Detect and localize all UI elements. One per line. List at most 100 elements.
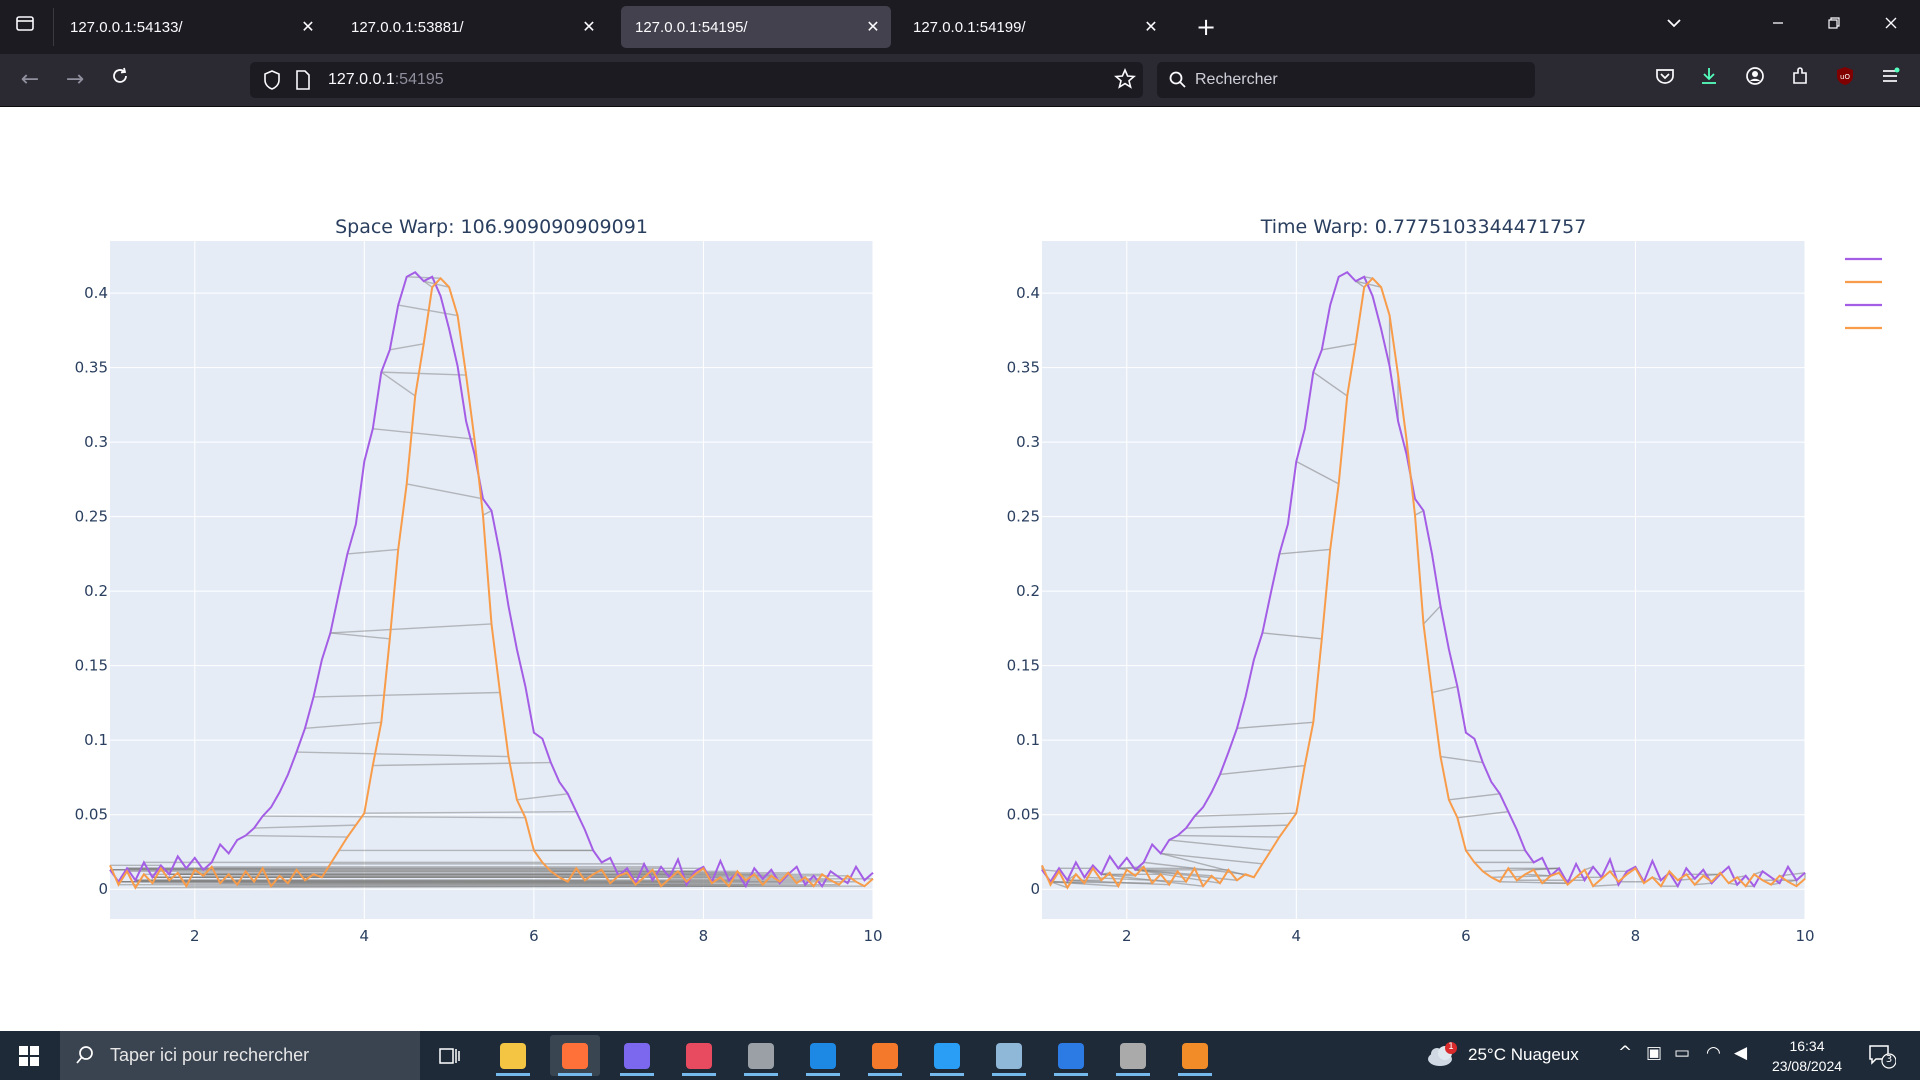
x-tick-label: 4 bbox=[1292, 927, 1302, 945]
y-tick-label: 0.2 bbox=[84, 582, 108, 600]
forward-arrow-icon[interactable]: → bbox=[59, 65, 91, 95]
url-host: 127.0.0.1 bbox=[328, 71, 395, 88]
volume-icon[interactable]: ◀ bbox=[1734, 1043, 1747, 1063]
close-icon[interactable]: ✕ bbox=[298, 17, 318, 37]
menu-icon[interactable] bbox=[1874, 65, 1906, 95]
x-tick-label: 8 bbox=[1631, 927, 1641, 945]
new-tab-icon[interactable]: + bbox=[1190, 12, 1222, 42]
extensions-icon[interactable] bbox=[1784, 65, 1816, 95]
running-indicator bbox=[1054, 1073, 1088, 1076]
pdf-app-glyph bbox=[1182, 1043, 1208, 1069]
download-icon[interactable] bbox=[1693, 65, 1725, 95]
box-app-icon[interactable] bbox=[984, 1035, 1034, 1076]
minimize-icon[interactable] bbox=[1762, 12, 1794, 42]
meet-icon[interactable]: ▣ bbox=[1646, 1043, 1662, 1063]
page-icon[interactable] bbox=[294, 69, 312, 95]
y-tick-label: 0.25 bbox=[75, 508, 108, 526]
m-app-icon[interactable] bbox=[798, 1035, 848, 1076]
search-icon bbox=[74, 1044, 96, 1070]
taskbar-search-placeholder: Taper ici pour rechercher bbox=[110, 1045, 310, 1065]
running-indicator bbox=[496, 1073, 530, 1076]
tab-title: 127.0.0.1:54195/ bbox=[635, 19, 748, 36]
clock[interactable]: 16:34 23/08/2024 bbox=[1752, 1036, 1862, 1076]
tab-list-icon[interactable] bbox=[9, 12, 41, 42]
paint-app-icon[interactable] bbox=[674, 1035, 724, 1076]
tab-overflow-chevron-icon[interactable] bbox=[1658, 12, 1690, 42]
tab-1[interactable]: 127.0.0.1:54133/ ✕ bbox=[56, 6, 326, 48]
color-app-glyph bbox=[624, 1043, 650, 1069]
x-tick-label: 6 bbox=[529, 927, 539, 945]
x-tick-label: 6 bbox=[1461, 927, 1471, 945]
url-port: :54195 bbox=[394, 71, 444, 88]
notification-count: 3 bbox=[1885, 1054, 1893, 1065]
running-indicator bbox=[744, 1073, 778, 1076]
close-window-icon[interactable] bbox=[1875, 12, 1907, 42]
tab-3-active[interactable]: 127.0.0.1:54195/ ✕ bbox=[621, 6, 891, 48]
wifi-icon[interactable]: ◠ bbox=[1706, 1043, 1721, 1063]
m-app-glyph bbox=[810, 1043, 836, 1069]
y-tick-label: 0.3 bbox=[84, 433, 108, 451]
running-indicator bbox=[1116, 1073, 1150, 1076]
pocket-icon[interactable] bbox=[1649, 65, 1681, 95]
vscode-icon[interactable] bbox=[922, 1035, 972, 1076]
running-indicator bbox=[930, 1073, 964, 1076]
y-tick-label: 0.4 bbox=[84, 284, 108, 302]
browser-tab-bar: 127.0.0.1:54133/ ✕ 127.0.0.1:53881/ ✕ 12… bbox=[0, 0, 1920, 54]
color-app-icon[interactable] bbox=[612, 1035, 662, 1076]
account-icon[interactable] bbox=[1739, 65, 1771, 95]
tab-title: 127.0.0.1:54133/ bbox=[70, 19, 183, 36]
y-tick-label: 0.25 bbox=[1007, 508, 1040, 526]
x-tick-label: 2 bbox=[1122, 927, 1132, 945]
firefox-glyph bbox=[562, 1043, 588, 1069]
y-tick-label: 0.05 bbox=[1007, 806, 1040, 824]
close-icon[interactable]: ✕ bbox=[863, 17, 883, 37]
tab-4[interactable]: 127.0.0.1:54199/ ✕ bbox=[899, 6, 1169, 48]
weather-icon[interactable]: 1 bbox=[1425, 1041, 1459, 1073]
close-icon[interactable]: ✕ bbox=[579, 17, 599, 37]
file-explorer-icon[interactable] bbox=[488, 1035, 538, 1076]
writer-icon[interactable] bbox=[1046, 1035, 1096, 1076]
search-placeholder: Rechercher bbox=[1195, 71, 1278, 88]
gimp-icon[interactable] bbox=[1108, 1035, 1158, 1076]
url-bar[interactable]: 127.0.0.1:54195 bbox=[250, 62, 1143, 98]
y-tick-label: 0.1 bbox=[84, 731, 108, 749]
y-tick-label: 0.05 bbox=[75, 806, 108, 824]
bookmark-star-icon[interactable] bbox=[1113, 67, 1137, 95]
search-box[interactable]: Rechercher bbox=[1157, 62, 1535, 98]
close-icon[interactable]: ✕ bbox=[1141, 17, 1161, 37]
windows-start-icon[interactable] bbox=[18, 1045, 40, 1071]
y-tick-label: 0.1 bbox=[1016, 731, 1040, 749]
pdf-app-icon[interactable] bbox=[1170, 1035, 1220, 1076]
shield-icon[interactable] bbox=[262, 69, 282, 95]
url-text: 127.0.0.1:54195 bbox=[328, 71, 444, 89]
plot-background bbox=[1042, 241, 1805, 919]
battery-icon[interactable]: ▭ bbox=[1674, 1043, 1690, 1063]
x-tick-label: 4 bbox=[360, 927, 370, 945]
chart-title: Time Warp: 0.7775103344471757 bbox=[1260, 216, 1587, 238]
svg-text:uO: uO bbox=[1840, 73, 1850, 81]
vscode-glyph bbox=[934, 1043, 960, 1069]
notification-icon[interactable]: 3 bbox=[1868, 1043, 1897, 1073]
task-view-icon[interactable] bbox=[437, 1044, 461, 1072]
chevron-up-icon[interactable]: ^ bbox=[1618, 1043, 1632, 1063]
blender-icon[interactable] bbox=[860, 1035, 910, 1076]
running-indicator bbox=[806, 1073, 840, 1076]
running-indicator bbox=[558, 1073, 592, 1076]
y-tick-label: 0.3 bbox=[1016, 433, 1040, 451]
k-app-icon[interactable] bbox=[736, 1035, 786, 1076]
reload-icon[interactable] bbox=[104, 65, 136, 95]
y-tick-label: 0.4 bbox=[1016, 284, 1040, 302]
file-explorer-glyph bbox=[500, 1043, 526, 1069]
writer-glyph bbox=[1058, 1043, 1084, 1069]
y-tick-label: 0.15 bbox=[1007, 657, 1040, 675]
plot-canvas[interactable]: 0 0.05 0.1 0.15 0.2 0.25 0.3 0.35 0.4 2 4 6 8 10 Space… bbox=[0, 107, 1920, 1031]
firefox-icon[interactable] bbox=[550, 1035, 600, 1076]
y-tick-label: 0.35 bbox=[1007, 359, 1040, 377]
tab-2[interactable]: 127.0.0.1:53881/ ✕ bbox=[337, 6, 607, 48]
chart-panel-2: 0 0.05 0.1 0.15 0.2 0.25 0.3 0.35 0.4 2 4 6 8 10 Time … bbox=[1007, 216, 1815, 945]
back-arrow-icon[interactable]: ← bbox=[14, 65, 46, 95]
restore-icon[interactable] bbox=[1818, 12, 1850, 42]
y-tick-label: 0.15 bbox=[75, 657, 108, 675]
ublock-icon[interactable]: uO bbox=[1829, 65, 1861, 95]
taskbar-search[interactable]: Taper ici pour rechercher bbox=[60, 1031, 420, 1080]
